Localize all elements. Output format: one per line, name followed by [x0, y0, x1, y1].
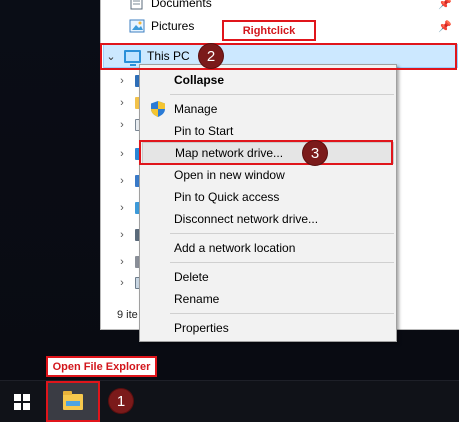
chevron-right-icon[interactable]: › — [115, 119, 129, 131]
start-button[interactable] — [0, 381, 44, 422]
status-bar-text: 9 ite — [117, 309, 138, 321]
chevron-right-icon[interactable]: › — [115, 75, 129, 87]
open-explorer-callout: Open File Explorer — [46, 356, 157, 377]
pictures-icon — [129, 19, 145, 33]
map-drive-outline — [139, 140, 393, 165]
menu-item-pin-to-start[interactable]: Pin to Start — [142, 120, 394, 142]
chevron-right-icon[interactable]: › — [115, 202, 129, 214]
menu-separator — [170, 233, 394, 234]
shield-icon — [151, 101, 165, 117]
menu-item-disconnect-network-drive[interactable]: Disconnect network drive... — [142, 208, 394, 230]
pin-icon[interactable]: 📌 — [438, 20, 452, 33]
menu-item-add-network-location[interactable]: Add a network location — [142, 237, 394, 259]
step-badge-1: 1 — [109, 389, 133, 413]
documents-icon — [129, 0, 145, 10]
nav-item-label: Documents — [151, 0, 212, 10]
chevron-right-icon[interactable]: › — [115, 148, 129, 160]
menu-item-label: Manage — [174, 102, 218, 116]
chevron-right-icon[interactable]: › — [115, 175, 129, 187]
nav-item-label: Pictures — [151, 19, 195, 33]
pin-icon[interactable]: 📌 — [438, 0, 452, 10]
menu-item-delete[interactable]: Delete — [142, 266, 394, 288]
rightclick-callout: Rightclick — [222, 20, 316, 41]
context-menu: Collapse Manage Pin to Start Map network… — [139, 64, 397, 342]
chevron-right-icon[interactable]: › — [115, 256, 129, 268]
step-badge-2: 2 — [199, 44, 223, 68]
menu-separator — [170, 94, 394, 95]
menu-item-properties[interactable]: Properties — [142, 317, 394, 339]
windows-logo-icon — [14, 394, 30, 410]
menu-item-collapse[interactable]: Collapse — [142, 69, 394, 91]
this-pc-outline — [100, 43, 457, 70]
menu-separator — [170, 313, 394, 314]
menu-separator — [170, 262, 394, 263]
chevron-right-icon[interactable]: › — [115, 277, 129, 289]
chevron-right-icon[interactable]: › — [115, 229, 129, 241]
menu-item-pin-to-quick-access[interactable]: Pin to Quick access — [142, 186, 394, 208]
explorer-button-outline — [46, 381, 100, 422]
chevron-right-icon[interactable]: › — [115, 97, 129, 109]
menu-item-rename[interactable]: Rename — [142, 288, 394, 310]
menu-item-open-in-new-window[interactable]: Open in new window — [142, 164, 394, 186]
nav-item-documents[interactable]: Documents 📌 — [101, 0, 459, 14]
menu-item-manage[interactable]: Manage — [142, 98, 394, 120]
step-badge-3: 3 — [303, 141, 327, 165]
